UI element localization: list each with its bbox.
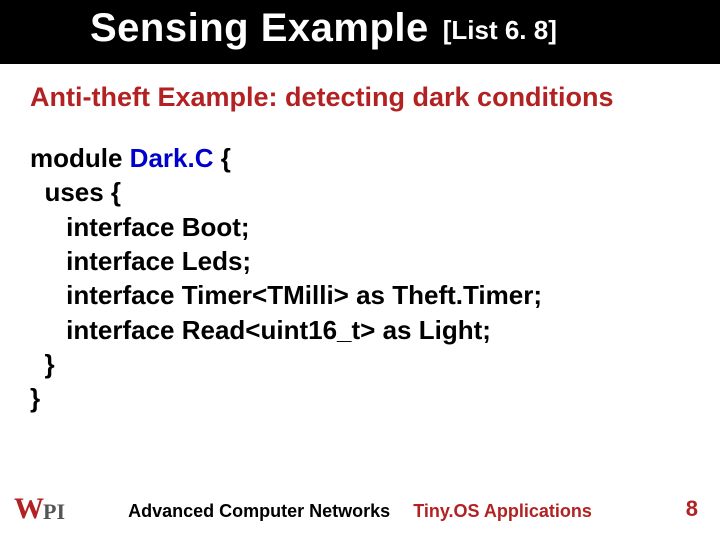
code-line-7: } xyxy=(30,349,55,379)
slide-title: Sensing Example xyxy=(90,6,429,51)
code-line-5: interface Timer<TMilli> as Theft.Timer; xyxy=(30,280,542,310)
code-block: module Dark.C { uses { interface Boot; i… xyxy=(0,113,720,416)
code-line-6: interface Read<uint16_t> as Light; xyxy=(30,315,491,345)
footer-course-name: Advanced Computer Networks xyxy=(128,501,390,521)
logo-w-letter: W xyxy=(14,494,42,524)
wpi-logo: W PI xyxy=(14,494,65,524)
code-line-8: } xyxy=(30,383,40,413)
footer-center: Advanced Computer Networks Tiny.OS Appli… xyxy=(128,501,592,522)
code-line-2: uses { xyxy=(30,177,121,207)
slide-subtitle: Anti-theft Example: detecting dark condi… xyxy=(0,64,720,113)
logo-pi-letters: PI xyxy=(43,501,65,523)
code-line-4: interface Leds; xyxy=(30,246,251,276)
code-line-1a: module xyxy=(30,143,130,173)
code-line-3: interface Boot; xyxy=(30,212,250,242)
footer-topic: Tiny.OS Applications xyxy=(413,501,592,521)
code-line-1c: { xyxy=(214,143,231,173)
footer: W PI Advanced Computer Networks Tiny.OS … xyxy=(0,488,720,528)
slide-title-sub: [List 6. 8] xyxy=(443,15,557,46)
code-module-name: Dark.C xyxy=(130,143,214,173)
title-bar: Sensing Example [List 6. 8] xyxy=(0,0,720,64)
page-number: 8 xyxy=(686,496,698,522)
